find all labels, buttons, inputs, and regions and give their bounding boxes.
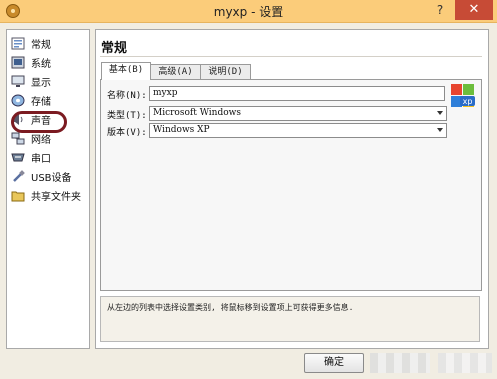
- sidebar-item-label: 系统: [31, 58, 51, 70]
- serial-port-icon: [11, 151, 25, 164]
- tab-description[interactable]: 说明(D): [200, 64, 251, 79]
- type-label: 类型(T):: [107, 111, 147, 121]
- help-info-box: 从左边的列表中选择设置类别, 将鼠标移到设置项上可获得更多信息.: [100, 296, 480, 342]
- divider: [100, 56, 482, 57]
- type-value: Microsoft Windows: [153, 108, 241, 118]
- system-icon: [11, 56, 25, 69]
- sidebar-item-usb[interactable]: USB设备: [11, 168, 87, 184]
- settings-category-list[interactable]: 常规 系统 显示 存储 声音 网络 串口 USB设备 共享文件夹: [6, 29, 90, 349]
- storage-highlight-circle: [11, 111, 67, 133]
- sidebar-item-storage[interactable]: 存储: [11, 92, 87, 108]
- help-dialog-button[interactable]: [438, 353, 492, 373]
- display-icon: [11, 75, 25, 88]
- tab-basic[interactable]: 基本(B): [101, 62, 151, 80]
- usb-icon: [11, 169, 25, 183]
- storage-icon: [11, 94, 25, 107]
- sidebar-item-system[interactable]: 系统: [11, 54, 87, 70]
- sidebar-item-general[interactable]: 常规: [11, 35, 87, 51]
- chevron-down-icon: [437, 128, 443, 132]
- windows-xp-logo-icon: xp: [450, 83, 476, 109]
- dialog-body: 常规 系统 显示 存储 声音 网络 串口 USB设备 共享文件夹 常规 基本(B…: [0, 23, 497, 379]
- version-select[interactable]: Windows XP: [149, 123, 447, 138]
- version-label: 版本(V):: [107, 128, 147, 138]
- sidebar-item-label: 显示: [31, 77, 51, 89]
- sidebar-item-label: 常规: [31, 39, 51, 51]
- ok-button[interactable]: 确定: [304, 353, 364, 373]
- help-button[interactable]: ?: [428, 0, 452, 20]
- close-button[interactable]: ✕: [455, 0, 493, 20]
- name-label: 名称(N):: [107, 91, 147, 101]
- sidebar-item-shared-folders[interactable]: 共享文件夹: [11, 187, 87, 203]
- sidebar-item-display[interactable]: 显示: [11, 73, 87, 89]
- sidebar-item-label: USB设备: [31, 172, 72, 184]
- settings-panel: 常规 基本(B) 高级(A) 说明(D) 名称(N): myxp 类型(T): …: [95, 29, 489, 349]
- sidebar-item-serial-port[interactable]: 串口: [11, 149, 87, 165]
- type-select[interactable]: Microsoft Windows: [149, 106, 447, 121]
- sidebar-item-label: 串口: [31, 153, 51, 165]
- os-logo-text: xp: [463, 97, 473, 106]
- tab-advanced[interactable]: 高级(A): [150, 64, 201, 79]
- tab-content: 名称(N): myxp 类型(T): Microsoft Windows 版本(…: [100, 79, 482, 291]
- window-title: myxp - 设置: [213, 5, 284, 19]
- title-bar[interactable]: myxp - 设置 ? ✕: [0, 0, 497, 23]
- page-title: 常规: [101, 41, 128, 56]
- sidebar-item-label: 存储: [31, 96, 51, 108]
- cancel-button[interactable]: [370, 353, 430, 373]
- network-icon: [11, 132, 25, 145]
- general-icon: [11, 37, 25, 50]
- name-field[interactable]: myxp: [149, 86, 445, 101]
- shared-folder-icon: [11, 189, 25, 202]
- sidebar-item-label: 共享文件夹: [31, 191, 81, 203]
- chevron-down-icon: [437, 111, 443, 115]
- version-value: Windows XP: [153, 125, 210, 135]
